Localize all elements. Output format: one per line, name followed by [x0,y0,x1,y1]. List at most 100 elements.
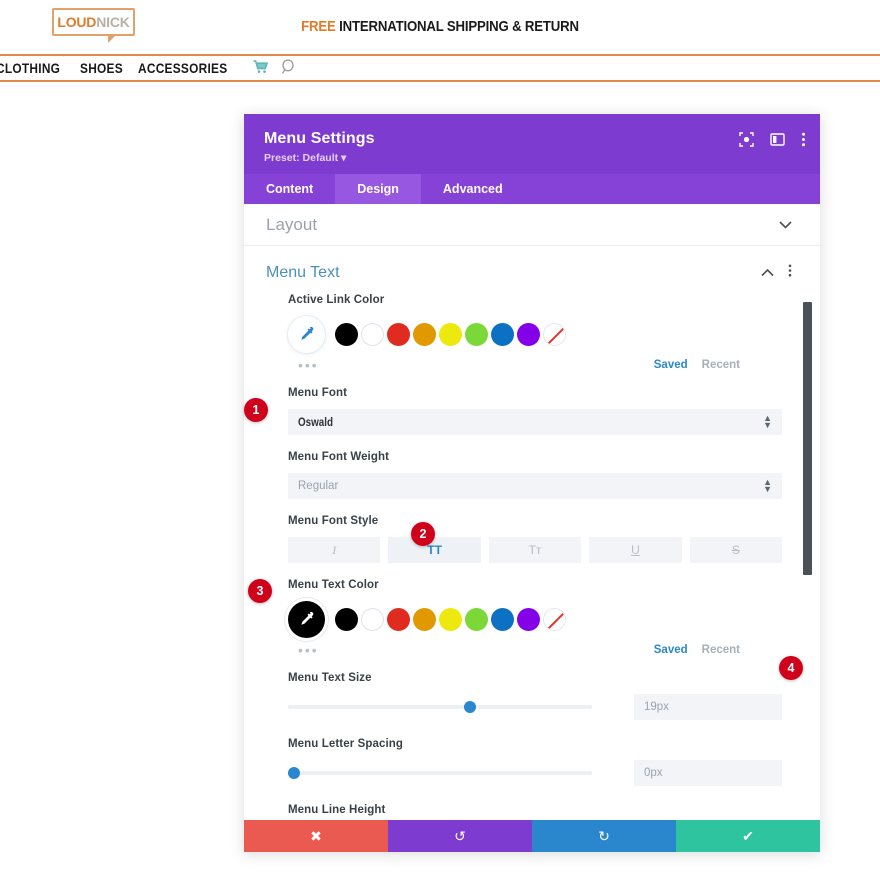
shipping-banner: FREE INTERNATIONAL SHIPPING & RETURN [53,18,827,35]
modal-tabs: Content Design Advanced [244,174,820,204]
section-layout-title: Layout [266,215,317,235]
primary-nav: CLOTHING SHOES ACCESSORIES [0,56,880,82]
label-menu-text-size: Menu Text Size [288,672,798,684]
field-menu-font-weight: Menu Font Weight Regular ▲▼ [266,451,798,499]
italic-button[interactable]: I [288,537,380,563]
layout-panel-icon[interactable] [770,132,785,152]
swatch-purple[interactable] [517,323,540,346]
annotation-badge-2: 2 [411,522,435,546]
menu-text-size-input[interactable]: 19px [634,694,782,720]
section-layout[interactable]: Layout [244,204,820,246]
swatch-black[interactable] [335,608,358,631]
menu-letter-spacing-input[interactable]: 0px [634,760,782,786]
menu-font-value: Oswald [298,415,333,429]
active-link-color-picker[interactable] [288,316,325,353]
swatch-black[interactable] [335,323,358,346]
swatch-red[interactable] [387,608,410,631]
field-menu-letter-spacing: Menu Letter Spacing 0px [266,738,798,786]
section-menu-text-header[interactable]: Menu Text [266,246,798,294]
menu-letter-spacing-slider[interactable] [288,771,592,775]
swatch-green[interactable] [465,608,488,631]
section-header-icons [761,264,792,282]
field-menu-line-height: Menu Line Height 1em [266,804,798,820]
modal-footer: ✖ ↺ ↻ ✔ [244,820,820,852]
menu-text-saved-recent: Saved Recent [654,644,740,656]
chevron-down-icon[interactable] [779,216,792,234]
section-more-vertical-icon[interactable] [788,264,792,282]
chevron-up-icon[interactable] [761,264,774,282]
annotation-badge-3: 3 [248,579,272,603]
section-menu-text: Menu Text Active Link Color [244,246,820,820]
annotation-badge-1: 1 [244,398,268,422]
search-icon[interactable] [281,59,297,78]
scrollbar-thumb[interactable] [803,302,812,575]
smallcaps-button[interactable]: Tт [489,537,581,563]
swatch-yellow[interactable] [439,608,462,631]
nav-item-shoes[interactable]: SHOES [80,60,123,76]
swatch-yellow[interactable] [439,323,462,346]
label-menu-font: Menu Font [288,387,798,399]
active-link-swatches [335,323,566,346]
swatch-white[interactable] [361,323,384,346]
swatch-none[interactable] [543,608,566,631]
menu-text-size-slider[interactable] [288,705,592,709]
active-link-color-sub: ••• Saved Recent [288,357,798,373]
redo-button[interactable]: ↻ [532,820,676,852]
menu-font-weight-select[interactable]: Regular ▲▼ [288,473,782,499]
active-link-recent-tab[interactable]: Recent [702,359,740,371]
menu-font-select[interactable]: Oswald ▲▼ [288,409,782,435]
menu-text-saved-tab[interactable]: Saved [654,644,688,656]
active-link-saved-tab[interactable]: Saved [654,359,688,371]
label-menu-letter-spacing: Menu Letter Spacing [288,738,798,750]
undo-button[interactable]: ↺ [388,820,532,852]
menu-text-more-dots[interactable]: ••• [288,642,319,658]
menu-text-color-row [288,601,798,638]
swatch-orange[interactable] [413,323,436,346]
label-menu-font-style: Menu Font Style [288,515,798,527]
swatch-orange[interactable] [413,608,436,631]
menu-letter-spacing-knob[interactable] [288,767,300,779]
nav-item-accessories[interactable]: ACCESSORIES [138,60,227,76]
scrollbar-track[interactable] [807,204,816,820]
cart-icon[interactable] [253,60,269,77]
field-menu-font-style: Menu Font Style I TT Tт U S [266,515,798,563]
nav-item-clothing[interactable]: CLOTHING [0,60,60,76]
swatch-green[interactable] [465,323,488,346]
modal-title: Menu Settings [264,130,802,148]
menu-font-weight-value: Regular [298,480,338,492]
preset-selector[interactable]: Preset: Default ▾ [264,152,802,164]
menu-letter-spacing-row: 0px [288,760,782,786]
tab-design[interactable]: Design [335,174,421,204]
swatch-none[interactable] [543,323,566,346]
field-menu-text-size: Menu Text Size 19px [266,672,798,720]
swatch-red[interactable] [387,323,410,346]
menu-text-size-row: 19px [288,694,782,720]
uppercase-button[interactable]: TT [388,537,480,563]
field-active-link-color: Active Link Color [266,294,798,373]
menu-text-color-picker[interactable] [288,601,325,638]
strikethrough-button[interactable]: S [690,537,782,563]
focus-target-icon[interactable] [739,132,754,152]
menu-font-style-buttons: I TT Tт U S [288,537,782,563]
active-link-saved-recent: Saved Recent [654,359,740,371]
swatch-blue[interactable] [491,608,514,631]
save-button[interactable]: ✔ [676,820,820,852]
menu-text-size-knob[interactable] [464,701,476,713]
active-link-more-dots[interactable]: ••• [288,357,319,373]
shipping-banner-text: INTERNATIONAL SHIPPING & RETURN [339,18,579,35]
menu-text-swatches [335,608,566,631]
underline-button[interactable]: U [589,537,681,563]
modal-header-icons [739,132,806,152]
section-menu-text-title: Menu Text [266,264,340,282]
swatch-white[interactable] [361,608,384,631]
swatch-blue[interactable] [491,323,514,346]
field-menu-font: Menu Font Oswald ▲▼ [266,387,798,435]
tab-advanced[interactable]: Advanced [421,174,525,204]
menu-text-recent-tab[interactable]: Recent [702,644,740,656]
tab-content[interactable]: Content [244,174,335,204]
swatch-purple[interactable] [517,608,540,631]
cancel-button[interactable]: ✖ [244,820,388,852]
field-menu-text-color: Menu Text Color [266,579,798,658]
more-vertical-icon[interactable] [801,132,806,152]
menu-settings-modal: Menu Settings Preset: Default ▾ Content … [244,114,820,852]
